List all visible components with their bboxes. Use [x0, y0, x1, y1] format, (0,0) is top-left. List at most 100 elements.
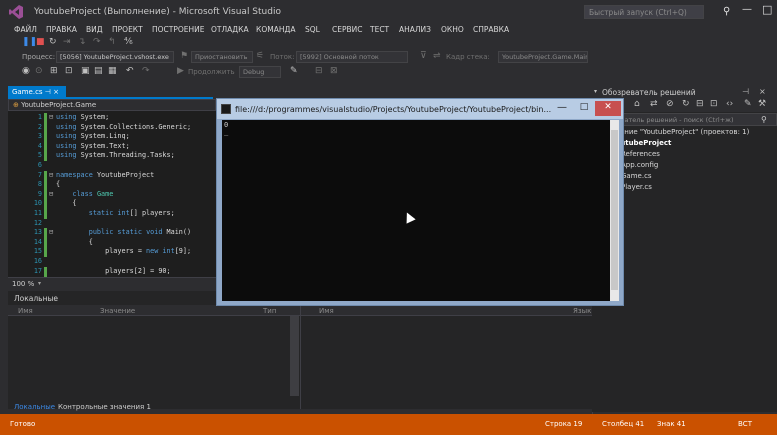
close-icon[interactable]: × — [53, 88, 59, 96]
menu-view[interactable]: ВИД — [86, 25, 103, 34]
fold-toggle-icon[interactable]: ⊟ — [49, 228, 53, 236]
tab-watch-1[interactable]: Контрольные значения 1 — [58, 403, 151, 411]
col-name[interactable]: Имя — [18, 307, 33, 315]
undo-icon[interactable]: ↶ — [126, 66, 134, 76]
step-out-icon[interactable]: ↰ — [108, 37, 116, 47]
scrollbar-thumb[interactable] — [611, 130, 618, 290]
open-file-icon[interactable]: ⊡ — [65, 66, 73, 76]
code-line[interactable]: 1 ⊟ using System; — [8, 113, 216, 123]
menu-file[interactable]: ФАЙЛ — [14, 25, 37, 34]
menu-build[interactable]: ПОСТРОЕНИЕ — [152, 25, 205, 34]
comment-icon[interactable]: ⊠ — [330, 66, 338, 76]
search-icon[interactable]: ⚲ — [723, 6, 730, 17]
lifecycle-select[interactable]: Приостановить — [191, 51, 253, 63]
code-line[interactable]: 3 using System.Linq; — [8, 132, 216, 143]
pin-icon[interactable]: ⊣ — [742, 87, 749, 96]
code-line[interactable]: 12 — [8, 219, 216, 229]
code-line[interactable]: 15 players = new int[9]; — [8, 247, 216, 258]
home-icon[interactable]: ⌂ — [634, 99, 640, 109]
sync-icon[interactable]: ⇄ — [650, 99, 658, 109]
back-icon[interactable]: ◉ — [22, 66, 30, 76]
restart-icon[interactable]: ↻ — [49, 37, 57, 47]
attach-icon[interactable]: ✎ — [290, 66, 298, 76]
minimize-icon[interactable]: — — [742, 4, 752, 15]
menu-edit[interactable]: ПРАВКА — [46, 25, 77, 34]
pin-icon[interactable]: ⊣ — [45, 88, 51, 96]
code-line[interactable]: 17 players[2] = 90; — [8, 266, 216, 277]
code-line[interactable]: 5 using System.Threading.Tasks; — [8, 151, 216, 162]
col-language[interactable]: Язык — [573, 307, 591, 315]
save-icon[interactable]: ▣ — [81, 66, 90, 76]
code-line[interactable]: 11 static int[] players; — [8, 209, 216, 219]
continue-button[interactable]: Продолжить — [188, 68, 235, 76]
menu-help[interactable]: СПРАВКА — [473, 25, 509, 34]
menu-tools[interactable]: СЕРВИС — [332, 25, 363, 34]
code-line[interactable]: 10 { — [8, 199, 216, 210]
code-line[interactable]: 8{ — [8, 180, 216, 191]
stop-icon[interactable]: ■ — [36, 37, 45, 47]
menu-test[interactable]: ТЕСТ — [370, 25, 389, 34]
fold-toggle-icon[interactable]: ⊟ — [49, 171, 53, 179]
menu-window[interactable]: ОКНО — [441, 25, 464, 34]
menu-team[interactable]: КОМАНДА — [256, 25, 295, 34]
pending-changes-icon[interactable]: ⊘ — [666, 99, 674, 109]
minimize-icon[interactable]: — — [551, 102, 573, 116]
pause-icon[interactable]: ❚❚ — [22, 37, 37, 47]
fold-toggle-icon[interactable]: ⊟ — [49, 190, 53, 198]
cut-icon[interactable]: ▦ — [108, 66, 117, 76]
locals-scrollbar[interactable] — [290, 316, 299, 396]
hex-icon[interactable]: ⁴⁄₆ — [124, 37, 133, 47]
menu-analyze[interactable]: АНАЛИЗ — [399, 25, 431, 34]
menu-sql[interactable]: SQL — [305, 25, 320, 34]
console-scrollbar[interactable] — [610, 120, 619, 301]
chevron-down-icon[interactable]: ▾ — [594, 88, 597, 95]
bookmark-icon[interactable]: ⊟ — [315, 66, 323, 76]
step-over-icon[interactable]: ↷ — [93, 37, 101, 47]
config-select[interactable]: Debug — [239, 66, 281, 78]
fold-toggle-icon[interactable]: ⊟ — [49, 113, 53, 121]
menu-project[interactable]: ПРОЕКТ — [112, 25, 143, 34]
menu-debug[interactable]: ОТЛАДКА — [211, 25, 249, 34]
stack-frame-select[interactable]: YoutubeProject.Game.Main — [498, 51, 588, 63]
code-line[interactable]: 13 ⊟ public static void Main() — [8, 228, 216, 239]
thread-select[interactable]: [5992] Основной поток — [296, 51, 408, 63]
code-line[interactable]: 16 — [8, 257, 216, 267]
col-name[interactable]: Имя — [319, 307, 334, 315]
console-titlebar[interactable]: file:///d:/programmes/visualstudio/Proje… — [217, 99, 623, 119]
code-line[interactable]: 7 ⊟ namespace YoutubeProject — [8, 170, 216, 181]
navigation-bar[interactable]: ⊕ YoutubeProject.Game — [8, 99, 216, 111]
forward-icon[interactable]: ⊙ — [35, 66, 43, 76]
search-icon[interactable]: ⚲ — [761, 115, 767, 124]
collapse-all-icon[interactable]: ⊟ — [696, 99, 704, 109]
show-all-files-icon[interactable]: ⊡ — [710, 99, 718, 109]
filter-icon[interactable]: ⊽ — [420, 51, 427, 61]
show-next-icon[interactable]: ⇥ — [63, 37, 71, 47]
wrench-icon[interactable]: ⚒ — [758, 99, 766, 109]
code-line[interactable]: 4 using System.Text; — [8, 141, 216, 152]
code-editor[interactable]: 1 ⊟ using System; 2 using System.Collections… — [8, 111, 216, 277]
refresh-icon[interactable]: ↻ — [682, 99, 690, 109]
maximize-icon[interactable]: □ — [573, 102, 595, 116]
code-line[interactable]: 14 { — [8, 237, 216, 248]
console-app-icon[interactable] — [221, 104, 231, 114]
console-output-area[interactable]: 0 _ — [222, 120, 610, 301]
step-into-icon[interactable]: ↴ — [78, 37, 86, 47]
zoom-level[interactable]: 100 % — [12, 280, 34, 288]
view-code-icon[interactable]: ‹› — [726, 99, 733, 109]
col-value[interactable]: Значение — [100, 307, 135, 315]
chevron-down-icon[interactable]: ▾ — [38, 280, 41, 287]
new-project-icon[interactable]: ⊞ — [50, 66, 58, 76]
tab-locals[interactable]: Локальные — [14, 403, 55, 411]
code-line[interactable]: 6 — [8, 161, 216, 171]
maximize-icon[interactable]: □ — [762, 3, 772, 16]
redo-icon[interactable]: ↷ — [142, 66, 150, 76]
code-line[interactable]: 9 ⊟ class Game — [8, 189, 216, 200]
console-window[interactable]: file:///d:/programmes/visualstudio/Proje… — [216, 98, 624, 306]
col-type[interactable]: Тип — [263, 307, 276, 315]
tab-game-cs[interactable]: Game.cs ⊣ × — [8, 86, 66, 98]
properties-icon[interactable]: ✎ — [744, 99, 752, 109]
quick-launch-input[interactable]: Быстрый запуск (Ctrl+Q) — [584, 5, 704, 19]
save-all-icon[interactable]: ▤ — [94, 66, 103, 76]
close-button[interactable]: ✕ — [595, 101, 621, 116]
continue-icon[interactable]: ▶ — [177, 66, 184, 76]
